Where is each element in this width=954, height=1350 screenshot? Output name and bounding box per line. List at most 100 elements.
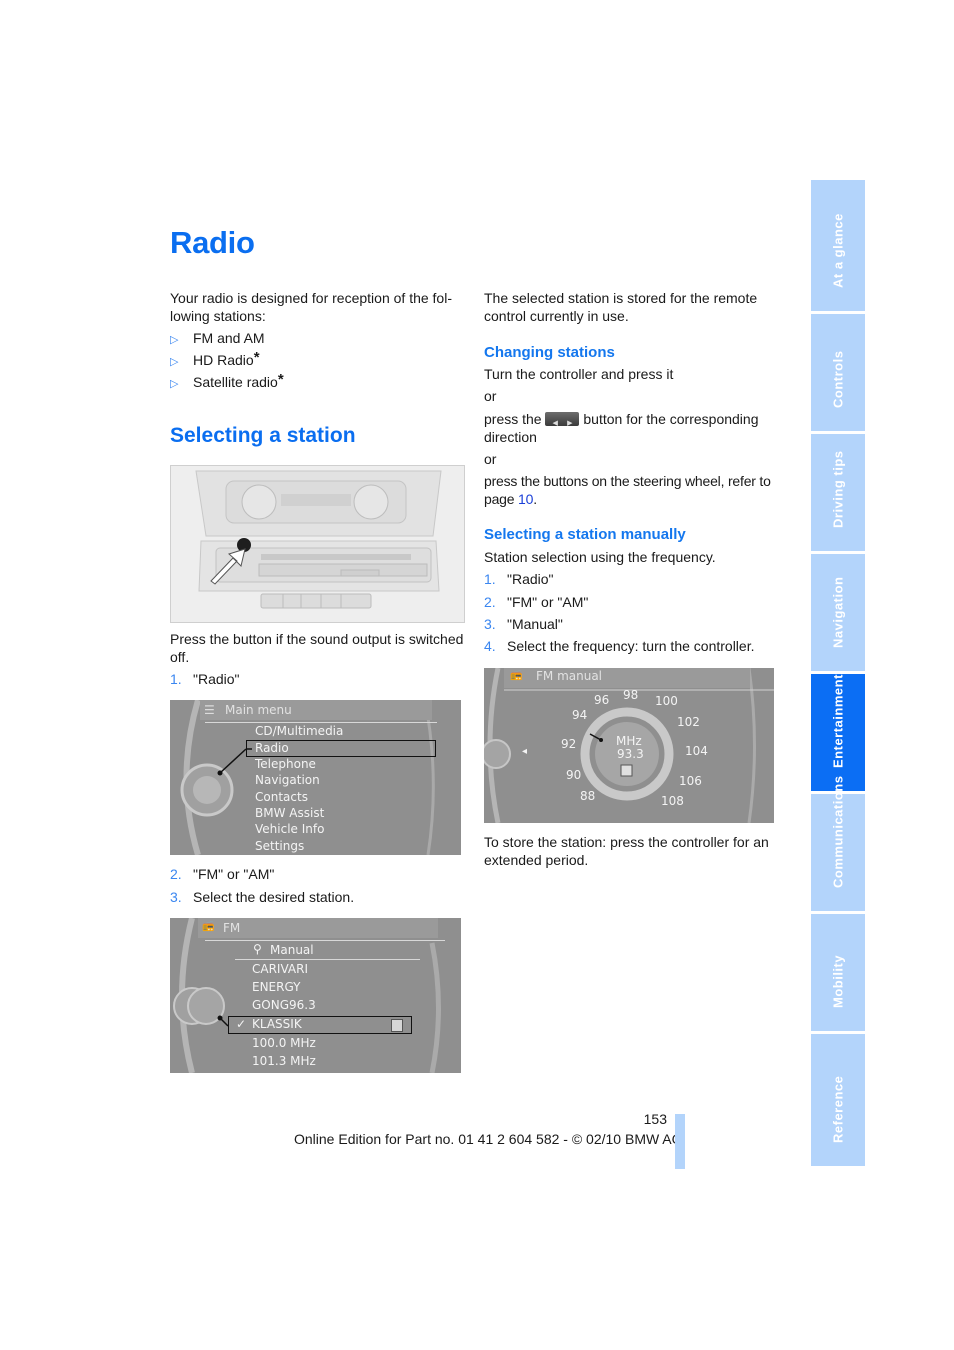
step-text: "FM" or "AM"	[193, 866, 275, 882]
text-line: control currently in use.	[484, 307, 629, 324]
text-line: or	[484, 451, 497, 467]
side-tab-controls[interactable]: Controls	[811, 314, 865, 431]
right-arrow-icon: ▶	[567, 420, 573, 427]
station-item[interactable]: CARIVARI	[252, 962, 308, 976]
step-text: "Manual"	[507, 616, 563, 632]
menu-item-contacts[interactable]: Contacts	[255, 790, 308, 804]
step-item: 4. Select the frequency: turn the control…	[484, 638, 754, 656]
subheading-changing-stations: Changing stations	[484, 344, 615, 361]
triangle-bullet-icon: ▷	[170, 334, 179, 346]
step-text: Select the desired station.	[193, 889, 355, 905]
left-arrow-icon: ◂	[522, 746, 528, 757]
check-icon: ✓	[236, 1017, 247, 1031]
radio-icon: 📻	[510, 670, 523, 681]
fm-station-list-screenshot: 📻 FM ⚲ Manual CARIVARI ENERGY GONG96.3 ✓…	[170, 918, 461, 1073]
menu-item-telephone[interactable]: Telephone	[255, 757, 316, 771]
list-item: ▷ FM and AM	[170, 330, 284, 352]
station-item[interactable]: 101.3 MHz	[252, 1054, 316, 1068]
figure-caption: Press the button if the sound output is …	[170, 631, 470, 666]
side-tab-label: Entertainment	[830, 674, 846, 768]
station-item-selected[interactable]: KLASSIK	[252, 1017, 302, 1031]
seek-button-icon: ◀ ▶	[545, 412, 580, 427]
station-item[interactable]: ENERGY	[252, 980, 301, 994]
text-line: Station selection using the frequency.	[484, 549, 716, 565]
optional-equipment-star: *	[277, 371, 284, 388]
dial-tick: 92	[561, 737, 577, 751]
menu-item-radio[interactable]: Radio	[255, 741, 289, 755]
section-heading: Selecting a station	[170, 424, 356, 447]
side-tab-label: Driving tips	[830, 450, 846, 528]
dial-tick: 108	[661, 794, 684, 808]
main-menu-screenshot: ☰ Main menu CD/Multimedia Radio Telephon…	[170, 700, 461, 855]
menu-item-settings[interactable]: Settings	[255, 839, 304, 853]
menu-item-vehicle-info[interactable]: Vehicle Info	[255, 822, 324, 836]
station-item[interactable]: 100.0 MHz	[252, 1036, 316, 1050]
side-tab-communications[interactable]: Communications	[811, 776, 865, 911]
side-tab-label: Mobility	[830, 954, 846, 1008]
triangle-bullet-icon: ▷	[170, 378, 179, 390]
steering-wheel-paragraph: press the buttons on the steering wheel,…	[484, 473, 784, 508]
side-tab-at-a-glance[interactable]: At a glance	[811, 180, 865, 311]
text-line: extended period.	[484, 851, 589, 868]
side-tab-entertainment[interactable]: Entertainment	[811, 674, 865, 791]
edition-footer: Online Edition for Part no. 01 41 2 604 …	[294, 1131, 683, 1147]
step-text: "Radio"	[193, 671, 240, 687]
dial-tick: 88	[580, 789, 596, 803]
divider	[205, 940, 445, 941]
store-preset-icon	[391, 1019, 403, 1032]
menu-item-bmw-assist[interactable]: BMW Assist	[255, 806, 324, 820]
dial-tick: 104	[685, 744, 708, 758]
step-text: "Radio"	[507, 571, 554, 587]
caption-line: Press the button if the sound output is …	[170, 631, 464, 647]
side-tab-label: At a glance	[830, 213, 846, 288]
dial-tick: 100	[655, 694, 678, 708]
text-line: direction	[484, 428, 537, 445]
triangle-bullet-icon: ▷	[170, 356, 179, 368]
side-tab-label: Navigation	[830, 576, 846, 648]
side-tab-reference[interactable]: Reference	[811, 1034, 865, 1166]
menu-item-cd-multimedia[interactable]: CD/Multimedia	[255, 724, 343, 738]
step-text: "FM" or "AM"	[507, 594, 589, 610]
step-item: 1. "Radio"	[484, 571, 554, 589]
station-item[interactable]: GONG96.3	[252, 998, 316, 1012]
dashboard-illustration	[171, 466, 464, 622]
left-arrow-icon: ◀	[552, 420, 558, 427]
divider	[235, 959, 420, 960]
caption-line: off.	[170, 648, 190, 665]
list-item: ▷ HD Radio*	[170, 349, 284, 374]
page-title: Radio	[170, 225, 255, 260]
step-number: 1.	[484, 571, 496, 587]
footer-tab-marker	[675, 1114, 685, 1169]
text-line: The selected station is stored for the r…	[484, 290, 758, 306]
dial-tick: 106	[679, 774, 702, 788]
step-text: Select the frequency: turn the controlle…	[507, 638, 755, 654]
list-item-label: FM and AM	[193, 330, 265, 346]
side-tab-navigation[interactable]: Navigation	[811, 554, 865, 671]
side-tab-driving-tips[interactable]: Driving tips	[811, 434, 865, 551]
fm-manual-dial-screenshot: 📻 FM manual ◂ MHz 93.3 88 90 92 94 96 98…	[484, 668, 774, 823]
menu-item-navigation[interactable]: Navigation	[255, 773, 320, 787]
intro-line: Your radio is designed for reception of …	[170, 290, 452, 306]
dial-title: FM manual	[536, 669, 603, 683]
side-tab-label: Communications	[830, 775, 846, 888]
dial-tick: 94	[572, 708, 588, 722]
dial-unit: MHz	[616, 734, 642, 748]
menu-icon: ☰	[204, 703, 215, 717]
text-line: To store the station: press the controll…	[484, 834, 769, 850]
side-tab-mobility[interactable]: Mobility	[811, 914, 865, 1031]
page-number: 153	[643, 1111, 667, 1127]
step-item: 2. "FM" or "AM"	[484, 594, 588, 612]
step-number: 3.	[170, 889, 182, 905]
stored-note: The selected station is stored for the r…	[484, 290, 784, 325]
dial-tick: 90	[566, 768, 582, 782]
search-icon: ⚲	[253, 942, 262, 956]
list-item: ▷ Satellite radio*	[170, 371, 284, 396]
divider	[205, 722, 437, 723]
page-link[interactable]: 10	[518, 491, 533, 507]
text-line: or	[484, 388, 497, 404]
menu-item-manual[interactable]: Manual	[270, 943, 314, 957]
intro-line: lowing stations:	[170, 307, 266, 324]
dashboard-figure	[170, 465, 465, 623]
fm-title: FM	[223, 921, 241, 935]
press-button-paragraph: press the ◀ ▶ button for the correspondin…	[484, 411, 784, 446]
